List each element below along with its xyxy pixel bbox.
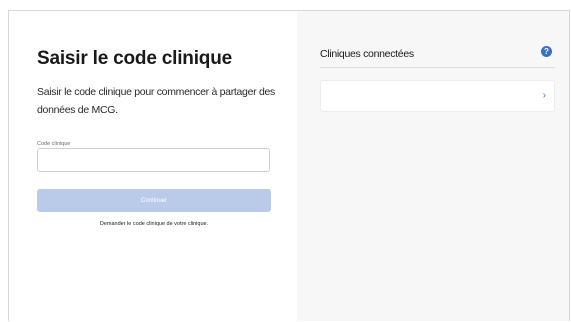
enter-code-panel: Saisir le code clinique Saisir le code c… <box>9 11 297 321</box>
page-description: Saisir le code clinique pour commencer à… <box>37 86 275 116</box>
clinic-code-input[interactable] <box>37 148 270 172</box>
chevron-right-icon: › <box>542 90 546 101</box>
app-frame: Saisir le code clinique Saisir le code c… <box>8 10 570 321</box>
clinic-code-label: Code clinique <box>37 141 71 147</box>
info-icon[interactable]: ? <box>541 46 552 57</box>
connected-clinics-panel: Cliniques connectées ? › <box>297 11 569 321</box>
connected-clinics-title: Cliniques connectées <box>320 48 414 60</box>
page-title: Saisir le code clinique <box>37 48 232 69</box>
clinic-list-item[interactable]: › <box>320 80 555 112</box>
continue-button[interactable]: Continuer <box>37 189 271 212</box>
request-code-link[interactable]: Demander le code clinique de votre clini… <box>37 221 271 227</box>
divider <box>320 67 555 68</box>
